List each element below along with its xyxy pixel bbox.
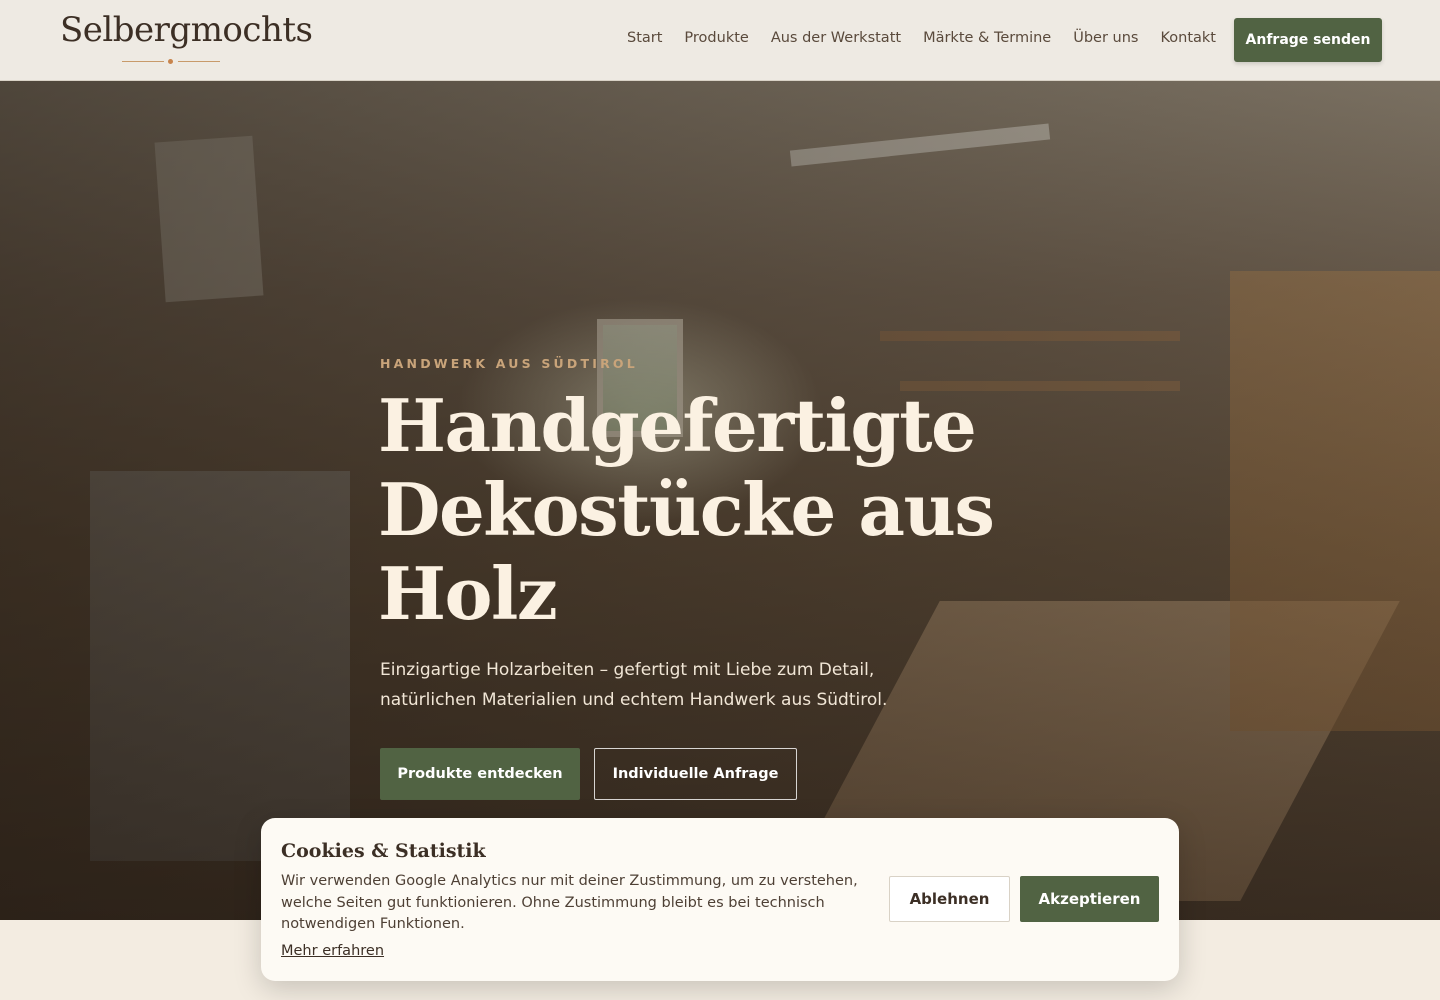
nav-produkte[interactable]: Produkte bbox=[684, 30, 748, 46]
decline-button[interactable]: Ablehnen bbox=[889, 876, 1010, 922]
site-header: Selbergmochts Start Produkte Aus der Wer… bbox=[0, 0, 1440, 81]
site-logo[interactable]: Selbergmochts bbox=[60, 10, 313, 68]
flourish-dot bbox=[168, 59, 173, 64]
hero-eyebrow: HANDWERK AUS SÜDTIROL bbox=[380, 356, 638, 371]
flourish-line-left bbox=[122, 61, 164, 62]
cookie-title: Cookies & Statistik bbox=[281, 840, 486, 862]
nav-kontakt[interactable]: Kontakt bbox=[1160, 30, 1216, 46]
hero-title: Handgefertigte Dekostücke aus Holz bbox=[378, 383, 995, 636]
main-nav: Start Produkte Aus der Werkstatt Märkte … bbox=[627, 30, 1216, 46]
accept-button[interactable]: Akzeptieren bbox=[1020, 876, 1159, 922]
cookie-banner: Cookies & Statistik Wir verwenden Google… bbox=[261, 818, 1179, 981]
send-request-button[interactable]: Anfrage senden bbox=[1234, 18, 1382, 62]
discover-products-button[interactable]: Produkte entdecken bbox=[380, 748, 580, 800]
hero-section: HANDWERK AUS SÜDTIROL Handgefertigte Dek… bbox=[0, 81, 1440, 920]
nav-start[interactable]: Start bbox=[627, 30, 662, 46]
logo-flourish bbox=[122, 59, 220, 65]
individual-request-button[interactable]: Individuelle Anfrage bbox=[594, 748, 797, 800]
hero-subtitle: Einzigartige Holzarbeiten – gefertigt mi… bbox=[380, 660, 888, 710]
nav-ueber-uns[interactable]: Über uns bbox=[1073, 30, 1138, 46]
nav-maerkte-termine[interactable]: Märkte & Termine bbox=[923, 30, 1051, 46]
cookie-text: Wir verwenden Google Analytics nur mit d… bbox=[281, 873, 858, 932]
logo-text: Selbergmochts bbox=[60, 10, 313, 50]
nav-aus-der-werkstatt[interactable]: Aus der Werkstatt bbox=[771, 30, 901, 46]
learn-more-link[interactable]: Mehr erfahren bbox=[281, 943, 384, 959]
flourish-line-right bbox=[178, 61, 220, 62]
